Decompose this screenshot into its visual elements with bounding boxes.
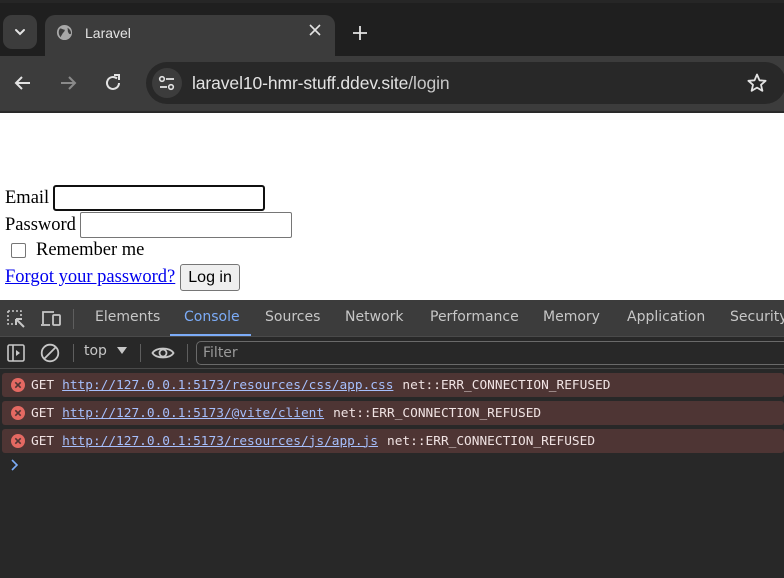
email-label: Email	[5, 187, 50, 208]
browser-tab[interactable]: Laravel	[45, 15, 335, 59]
tab-strip: Laravel	[0, 0, 784, 59]
url-text[interactable]: laravel10-hmr-stuff.ddev.site/login	[192, 73, 450, 94]
inspect-element-icon[interactable]	[7, 310, 26, 328]
chevron-down-icon	[15, 29, 25, 36]
clear-console-icon[interactable]	[40, 343, 60, 363]
browser-toolbar: laravel10-hmr-stuff.ddev.site/login	[0, 56, 784, 112]
error-icon	[11, 378, 25, 392]
password-label: Password	[5, 214, 76, 235]
active-tab-indicator	[170, 334, 251, 336]
devtools-panel: Elements Console Sources Network Perform…	[0, 300, 784, 578]
devtools-tab-bar: Elements Console Sources Network Perform…	[0, 300, 784, 337]
password-input[interactable]	[79, 212, 292, 238]
request-method: GET	[31, 405, 55, 421]
request-url-link[interactable]: http://127.0.0.1:5173/@vite/client	[62, 406, 324, 421]
password-row: Password	[5, 212, 292, 238]
tab-security[interactable]: Security	[730, 309, 784, 325]
tab-elements[interactable]: Elements	[95, 309, 160, 325]
login-button[interactable]: Log in	[180, 264, 240, 291]
error-icon	[11, 406, 25, 420]
separator	[73, 344, 74, 362]
reload-icon[interactable]	[102, 72, 124, 94]
sidebar-toggle-icon[interactable]	[7, 344, 25, 362]
arrow-right-icon[interactable]	[57, 72, 79, 94]
remember-me-label: Remember me	[36, 240, 145, 260]
tab-sources[interactable]: Sources	[265, 309, 320, 325]
console-error-message: GET http://127.0.0.1:5173/resources/css/…	[2, 373, 784, 397]
eye-icon[interactable]	[151, 345, 175, 361]
context-selector[interactable]: top	[84, 343, 127, 359]
dropdown-triangle-icon	[116, 347, 127, 354]
address-bar[interactable]: laravel10-hmr-stuff.ddev.site/login	[146, 62, 784, 104]
remember-me-checkbox[interactable]	[11, 243, 26, 258]
error-text: net::ERR_CONNECTION_REFUSED	[402, 377, 611, 393]
tab-search-button[interactable]	[3, 15, 37, 49]
error-icon	[11, 434, 25, 448]
separator	[73, 309, 74, 329]
tab-network[interactable]: Network	[345, 309, 403, 325]
url-host: laravel10-hmr-stuff.ddev.site	[192, 73, 409, 93]
separator	[187, 344, 188, 362]
tab-application[interactable]: Application	[627, 309, 705, 325]
tab-memory[interactable]: Memory	[543, 309, 600, 325]
separator	[140, 344, 141, 362]
star-icon[interactable]	[746, 72, 768, 94]
request-url-link[interactable]: http://127.0.0.1:5173/resources/js/app.j…	[62, 434, 378, 449]
close-icon[interactable]	[308, 23, 322, 37]
actions-row: Forgot your password? Log in	[5, 264, 240, 291]
context-value: top	[84, 343, 107, 359]
error-text: net::ERR_CONNECTION_REFUSED	[387, 433, 596, 449]
plus-icon[interactable]	[350, 23, 370, 43]
forgot-password-link[interactable]: Forgot your password?	[5, 267, 175, 288]
request-method: GET	[31, 377, 55, 393]
tab-console[interactable]: Console	[184, 309, 240, 325]
filter-input[interactable]: Filter	[196, 341, 784, 365]
request-url-link[interactable]: http://127.0.0.1:5173/resources/css/app.…	[62, 378, 393, 393]
error-text: net::ERR_CONNECTION_REFUSED	[333, 405, 542, 421]
device-toolbar-icon[interactable]	[40, 310, 62, 328]
tune-icon	[158, 75, 175, 91]
console-toolbar: top Filter	[0, 337, 784, 369]
globe-icon	[56, 24, 73, 41]
web-page: Email Password Remember me Forgot your p…	[0, 113, 784, 300]
url-path: /login	[408, 73, 450, 93]
email-input[interactable]	[53, 185, 266, 211]
request-method: GET	[31, 433, 55, 449]
console-prompt-icon[interactable]	[9, 458, 21, 472]
arrow-left-icon[interactable]	[12, 72, 34, 94]
email-row: Email	[5, 185, 266, 211]
remember-row: Remember me	[5, 240, 144, 261]
console-error-message: GET http://127.0.0.1:5173/@vite/client n…	[2, 401, 784, 425]
tab-performance[interactable]: Performance	[430, 309, 519, 325]
console-error-message: GET http://127.0.0.1:5173/resources/js/a…	[2, 429, 784, 453]
site-info-button[interactable]	[152, 68, 182, 98]
tab-title: Laravel	[85, 25, 131, 41]
console-messages: GET http://127.0.0.1:5173/resources/css/…	[0, 373, 784, 457]
